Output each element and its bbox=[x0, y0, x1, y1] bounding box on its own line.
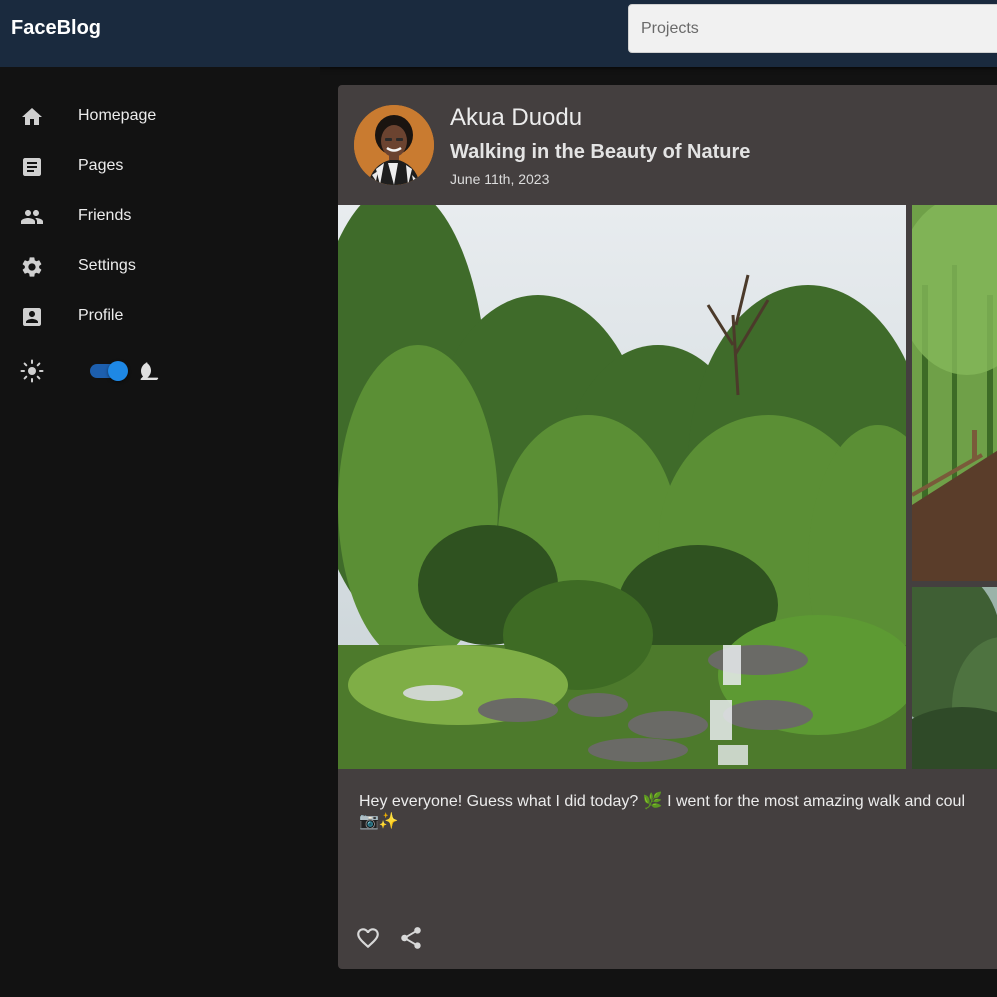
sidebar-item-homepage[interactable]: Homepage bbox=[0, 95, 300, 139]
post-title: Walking in the Beauty of Nature bbox=[450, 141, 751, 163]
account-box-icon bbox=[20, 305, 44, 329]
post-date: June 11th, 2023 bbox=[450, 171, 550, 187]
sidebar-item-label: Friends bbox=[78, 207, 132, 224]
search-input[interactable] bbox=[629, 5, 997, 52]
sidebar-item-label: Settings bbox=[78, 257, 136, 274]
people-icon bbox=[20, 205, 44, 229]
post-photo-side-1[interactable] bbox=[912, 205, 997, 581]
sidebar-item-label: Pages bbox=[78, 157, 124, 174]
app-brand[interactable]: FaceBlog bbox=[11, 17, 101, 40]
post-body-emoji: 📷✨ bbox=[359, 813, 399, 830]
sidebar-item-label: Homepage bbox=[78, 107, 157, 124]
dark-mode-toggle[interactable] bbox=[90, 361, 128, 381]
toggle-knob bbox=[108, 361, 128, 381]
sidebar-item-profile[interactable]: Profile bbox=[0, 295, 300, 339]
share-icon[interactable] bbox=[398, 925, 424, 951]
moon-icon bbox=[137, 359, 161, 383]
theme-switcher bbox=[0, 356, 300, 386]
avatar[interactable] bbox=[354, 105, 434, 185]
post-card: Akua Duodu Walking in the Beauty of Natu… bbox=[338, 85, 997, 969]
sidebar-item-settings[interactable]: Settings bbox=[0, 245, 300, 289]
post-photo-main[interactable] bbox=[338, 205, 906, 769]
sidebar-item-label: Profile bbox=[78, 307, 124, 324]
heart-icon[interactable] bbox=[355, 925, 381, 951]
post-photo-side-2[interactable] bbox=[912, 587, 997, 769]
sun-icon bbox=[20, 359, 44, 383]
sidebar-item-friends[interactable]: Friends bbox=[0, 195, 300, 239]
post-body: Hey everyone! Guess what I did today? 🌿 … bbox=[359, 793, 965, 810]
sidebar: Homepage Pages Friends Settings Profile bbox=[0, 67, 320, 997]
top-app-bar: FaceBlog bbox=[0, 0, 997, 67]
gear-icon bbox=[20, 255, 44, 279]
article-icon bbox=[20, 155, 44, 179]
search-box[interactable] bbox=[628, 4, 997, 53]
sidebar-item-pages[interactable]: Pages bbox=[0, 145, 300, 189]
post-author[interactable]: Akua Duodu bbox=[450, 104, 582, 132]
home-icon bbox=[20, 105, 44, 129]
